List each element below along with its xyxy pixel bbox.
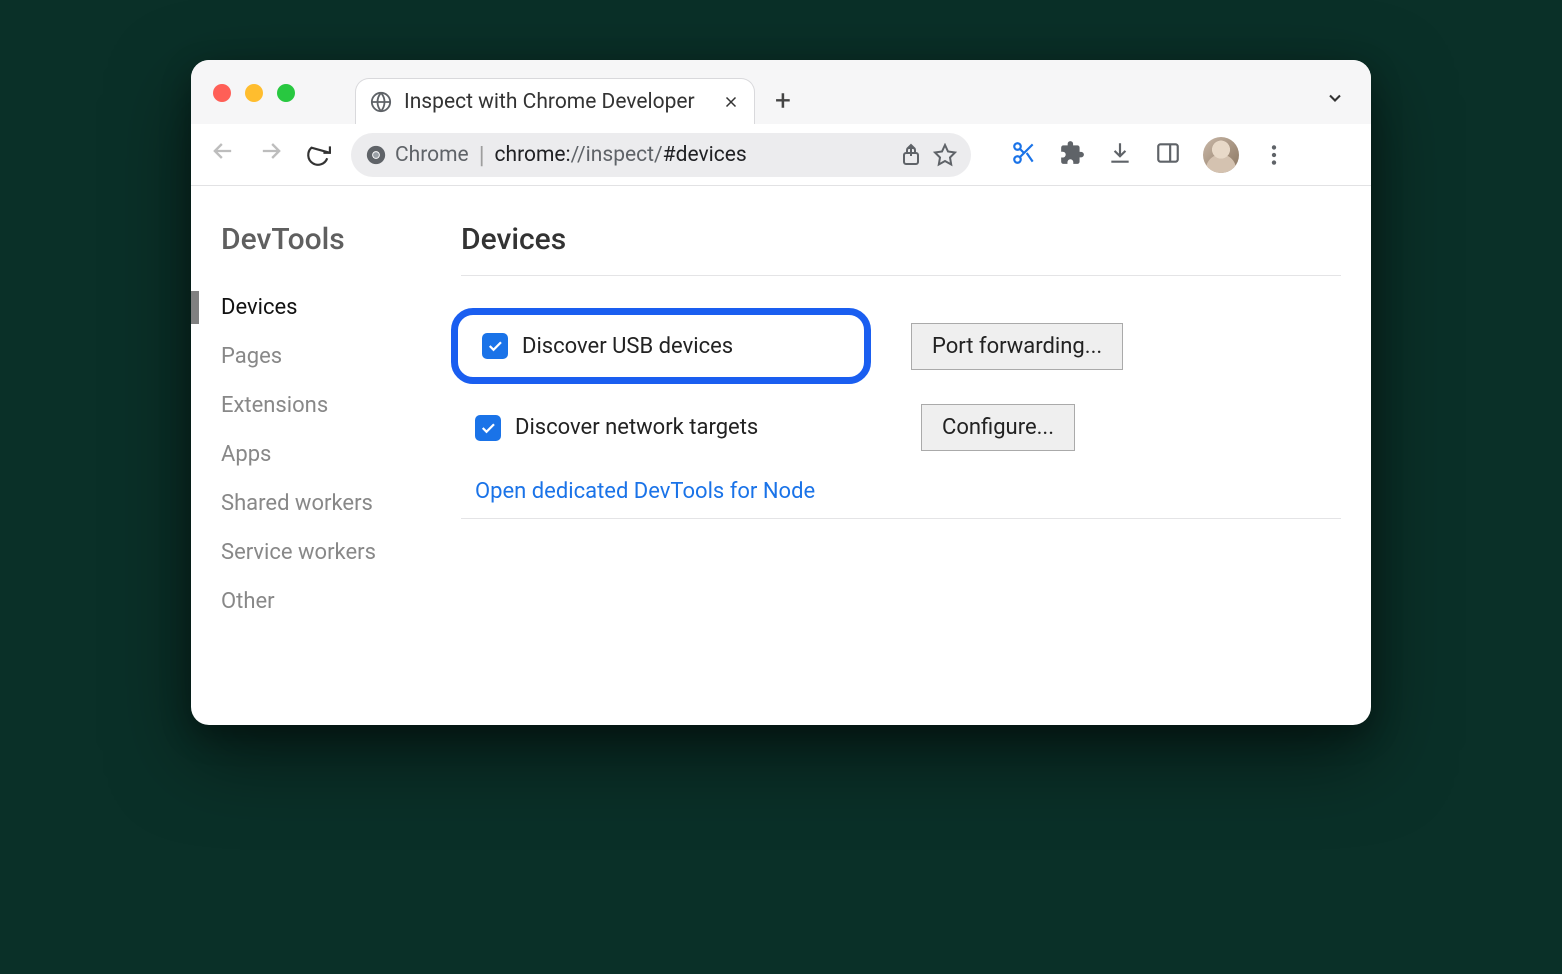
- discover-network-field: Discover network targets: [461, 415, 881, 441]
- sidebar-item-devices[interactable]: Devices: [221, 283, 451, 332]
- new-tab-button[interactable]: +: [775, 87, 791, 115]
- site-chip[interactable]: Chrome: [365, 143, 469, 167]
- discover-network-checkbox[interactable]: [475, 415, 501, 441]
- scissors-icon[interactable]: [1011, 140, 1037, 170]
- toolbar-actions: [1011, 137, 1287, 173]
- sidebar-item-pages[interactable]: Pages: [221, 332, 451, 381]
- sidebar-item-shared-workers[interactable]: Shared workers: [221, 479, 451, 528]
- url-text: chrome://inspect/#devices: [495, 143, 747, 167]
- open-node-devtools-link[interactable]: Open dedicated DevTools for Node: [475, 461, 815, 508]
- discover-network-label: Discover network targets: [515, 415, 758, 440]
- share-icon[interactable]: [899, 143, 923, 167]
- tab-title: Inspect with Chrome Developer: [404, 90, 710, 114]
- downloads-icon[interactable]: [1107, 140, 1133, 170]
- window-maximize-button[interactable]: [277, 84, 295, 102]
- close-tab-icon[interactable]: [722, 93, 740, 111]
- port-forwarding-button[interactable]: Port forwarding...: [911, 323, 1123, 370]
- divider: [461, 275, 1341, 276]
- titlebar: Inspect with Chrome Developer +: [191, 60, 1371, 124]
- browser-toolbar: Chrome | chrome://inspect/#devices: [191, 124, 1371, 186]
- address-bar[interactable]: Chrome | chrome://inspect/#devices: [351, 133, 971, 177]
- window-minimize-button[interactable]: [245, 84, 263, 102]
- discover-usb-field: Discover USB devices: [451, 308, 871, 384]
- profile-avatar[interactable]: [1203, 137, 1239, 173]
- sidebar-item-other[interactable]: Other: [221, 577, 451, 626]
- reload-button[interactable]: [305, 142, 331, 168]
- sidebar-heading: DevTools: [221, 222, 451, 257]
- browser-window: Inspect with Chrome Developer + Chrome: [191, 60, 1371, 725]
- main-panel: Devices Discover USB devices Port forwar…: [451, 222, 1341, 725]
- check-icon: [486, 337, 504, 355]
- tab-strip: Inspect with Chrome Developer +: [355, 78, 1357, 124]
- site-chip-label: Chrome: [395, 143, 469, 167]
- sidebar-item-extensions[interactable]: Extensions: [221, 381, 451, 430]
- discover-network-row: Discover network targets Configure...: [461, 394, 1341, 461]
- browser-tab[interactable]: Inspect with Chrome Developer: [355, 78, 755, 124]
- page-content: DevTools Devices Pages Extensions Apps S…: [191, 186, 1371, 725]
- menu-icon[interactable]: [1261, 142, 1287, 168]
- back-button[interactable]: [209, 137, 237, 173]
- sidebar-item-apps[interactable]: Apps: [221, 430, 451, 479]
- globe-icon: [370, 91, 392, 113]
- divider: [461, 518, 1341, 519]
- side-panel-icon[interactable]: [1155, 140, 1181, 170]
- extensions-icon[interactable]: [1059, 140, 1085, 170]
- discover-usb-label: Discover USB devices: [522, 334, 733, 359]
- discover-usb-row: Discover USB devices Port forwarding...: [461, 298, 1341, 394]
- chrome-icon: [365, 144, 387, 166]
- window-close-button[interactable]: [213, 84, 231, 102]
- bookmark-star-icon[interactable]: [933, 143, 957, 167]
- tabs-dropdown-icon[interactable]: [1325, 88, 1345, 114]
- discover-usb-checkbox[interactable]: [482, 333, 508, 359]
- sidebar-item-service-workers[interactable]: Service workers: [221, 528, 451, 577]
- check-icon: [479, 419, 497, 437]
- main-heading: Devices: [461, 222, 1341, 257]
- sidebar: DevTools Devices Pages Extensions Apps S…: [191, 222, 451, 725]
- chip-divider: |: [479, 141, 485, 169]
- traffic-lights: [213, 84, 295, 102]
- configure-button[interactable]: Configure...: [921, 404, 1075, 451]
- forward-button[interactable]: [257, 137, 285, 173]
